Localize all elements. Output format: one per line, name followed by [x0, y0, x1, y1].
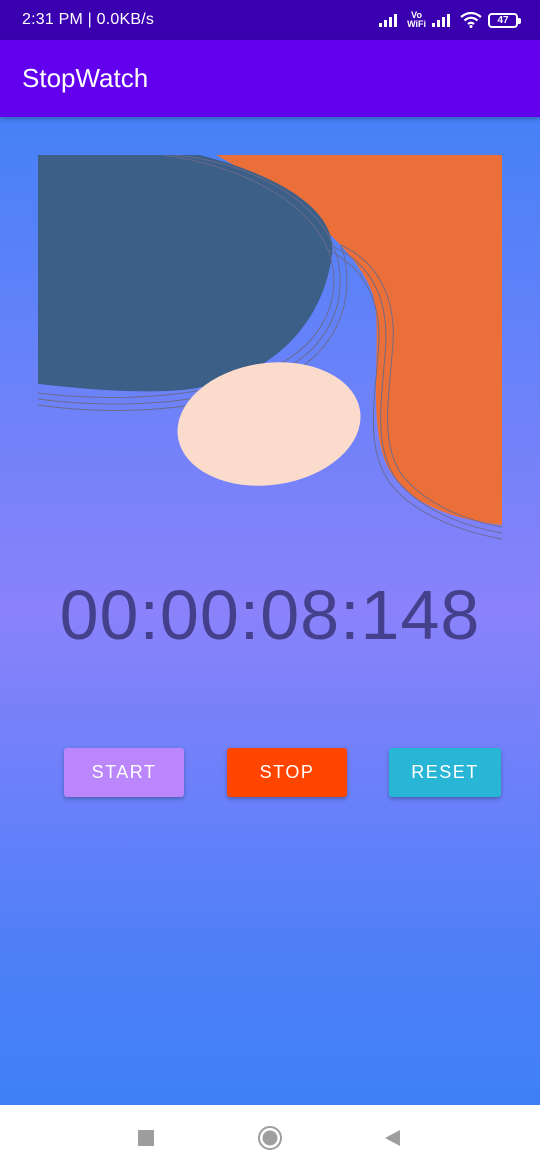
wifi-icon — [460, 12, 482, 28]
recents-square-icon — [138, 1130, 154, 1146]
stop-button[interactable]: STOP — [227, 748, 347, 797]
home-circle-icon — [258, 1126, 282, 1150]
status-time-speed: 2:31 PM | 0.0KB/s — [22, 11, 155, 28]
stopwatch-time: 00:00:08:148 — [59, 576, 481, 654]
battery-icon: 47 — [488, 12, 521, 28]
back-button[interactable] — [379, 1125, 405, 1151]
app-bar: StopWatch — [0, 40, 540, 117]
abstract-illustration — [38, 155, 502, 540]
vowifi-icon: Vo WiFi — [407, 11, 426, 29]
battery-level: 47 — [497, 14, 509, 26]
app-title: StopWatch — [22, 63, 149, 93]
home-button[interactable] — [257, 1125, 283, 1151]
start-button[interactable]: START — [64, 748, 184, 797]
reset-button[interactable]: RESET — [389, 748, 501, 797]
dark-blue-shape — [38, 155, 333, 392]
main-content: 00:00:08:148 START STOP RESET — [0, 117, 540, 1105]
navigation-bar — [0, 1105, 540, 1170]
back-triangle-icon — [385, 1130, 400, 1146]
recents-button[interactable] — [133, 1125, 159, 1151]
signal-icon — [379, 14, 398, 27]
status-bar: 2:31 PM | 0.0KB/s Vo WiFi 47 — [0, 0, 540, 40]
signal-icon-2 — [432, 14, 450, 27]
vowifi-bottom-label: WiFi — [407, 19, 426, 29]
status-icons: Vo WiFi 47 — [379, 11, 521, 29]
